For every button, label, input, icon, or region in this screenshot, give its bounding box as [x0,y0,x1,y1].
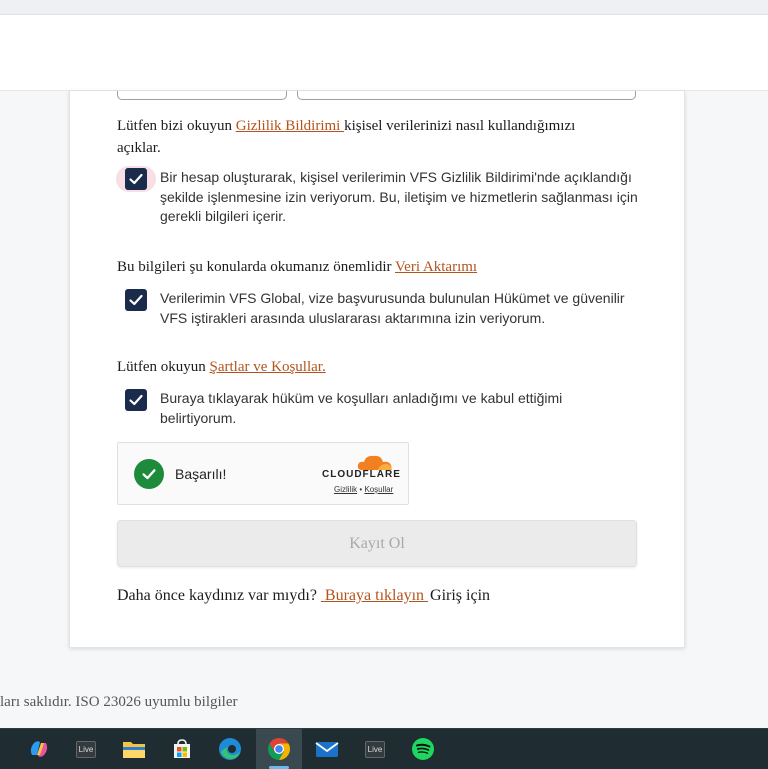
checkmark-icon [129,294,143,306]
register-button[interactable]: Kayıt Ol [117,520,637,567]
windows-taskbar: Live Live [0,728,768,769]
privacy-notice-link[interactable]: Gizlilik Bildirimi [236,118,344,134]
form-field-partial-right[interactable] [297,91,636,100]
privacy-notice-text: Lütfen bizi okuyun Gizlilik Bildirimi ki… [117,115,617,159]
privacy-text-before: Lütfen bizi okuyun [117,118,236,134]
form-field-partial-left[interactable] [117,91,287,100]
login-prompt-suffix: Giriş için [430,587,491,604]
login-prompt: Daha önce kaydınız var mıydı? Buraya tık… [117,587,490,605]
consent-transfer-row: Verilerimin VFS Global, vize başvurusund… [117,289,637,331]
page-header [0,15,768,91]
consent-terms-row: Buraya tıklayarak hüküm ve koşulları anl… [117,389,637,431]
login-link[interactable]: Buraya tıklayın [321,587,428,604]
data-transfer-link[interactable]: Veri Aktarımı [395,259,477,275]
live-app-icon[interactable]: Live [74,737,98,761]
live-app-label-2: Live [364,740,386,758]
live-app-icon-2[interactable]: Live [363,737,387,761]
captcha-links: Gizlilik • Koşullar [334,485,393,494]
captcha-status: Başarılı! [175,466,227,482]
footer-copyright: ları saklıdır. ISO 23026 uyumlu bilgiler [0,694,238,710]
spotify-icon[interactable] [411,737,435,761]
success-check-icon [134,459,164,489]
mail-icon[interactable] [315,737,339,761]
terms-text-before: Lütfen okuyun [117,359,210,375]
consent-privacy-label: Bir hesap oluşturarak, kişisel verilerim… [160,169,638,224]
consent-terms-label: Buraya tıklayarak hüküm ve koşulları anl… [160,390,563,426]
cloudflare-captcha-widget[interactable]: Başarılı! CLOUDFLARE Gizlilik • Koşullar [117,442,409,505]
captcha-privacy-link[interactable]: Gizlilik [334,485,357,494]
transfer-text-before: Bu bilgileri şu konularda okumanız öneml… [117,259,396,275]
microsoft-store-icon[interactable] [170,737,194,761]
consent-privacy-checkbox[interactable] [125,168,147,190]
captcha-terms-link[interactable]: Koşullar [364,485,393,494]
file-explorer-icon[interactable] [122,737,146,761]
consent-privacy-row: Bir hesap oluşturarak, kişisel verilerim… [116,166,638,228]
consent-transfer-label: Verilerimin VFS Global, vize başvurusund… [160,290,625,326]
consent-transfer-checkbox[interactable] [125,289,147,311]
data-transfer-text: Bu bilgileri şu konularda okumanız öneml… [117,256,637,278]
terms-text: Lütfen okuyun Şartlar ve Koşullar. [117,356,637,378]
terms-link[interactable]: Şartlar ve Koşullar. [209,359,325,375]
checkmark-icon [129,173,143,185]
browser-top-strip [0,0,768,15]
captcha-link-separator: • [359,485,363,494]
live-app-label: Live [75,740,97,758]
cloudflare-logo-text: CLOUDFLARE [322,469,401,480]
edge-browser-icon[interactable] [218,737,242,761]
consent-terms-checkbox[interactable] [125,389,147,411]
copilot-icon[interactable] [27,737,51,761]
checkmark-icon [129,394,143,406]
login-prompt-text: Daha önce kaydınız var mıydı? [117,587,317,604]
chrome-browser-icon[interactable] [267,737,291,761]
